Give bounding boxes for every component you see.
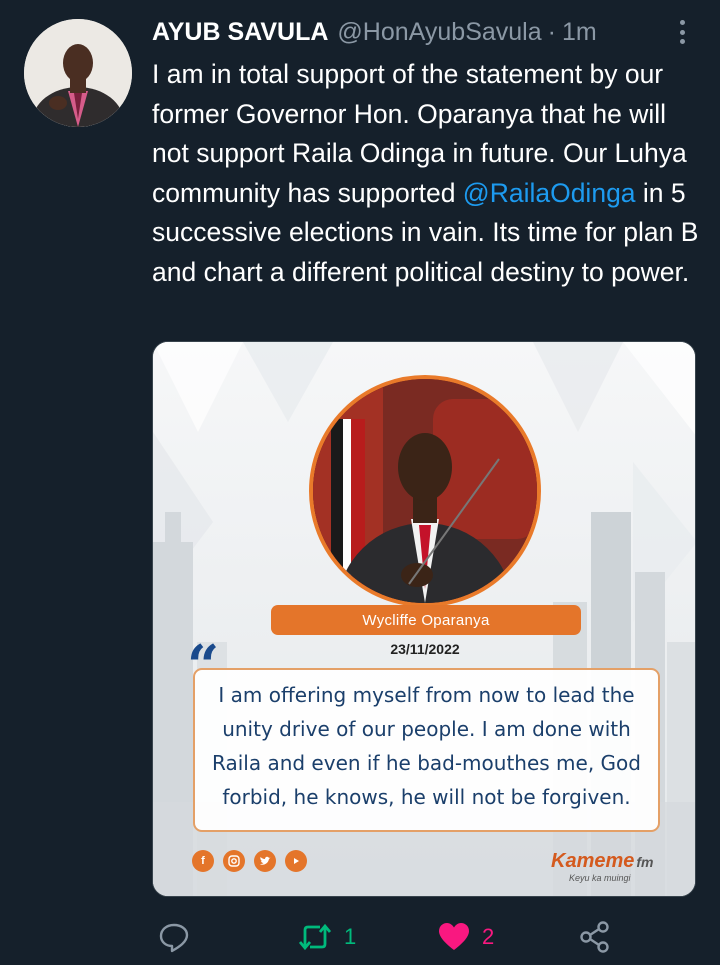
brand-tagline: Keyu ka muingi bbox=[569, 873, 631, 883]
reply-icon bbox=[159, 923, 189, 953]
brand-name: Kameme bbox=[551, 850, 635, 872]
retweet-icon bbox=[298, 923, 332, 951]
retweet-button[interactable]: 1 bbox=[298, 917, 356, 957]
tweet-action-bar: 1 2 bbox=[0, 917, 720, 957]
twitter-icon bbox=[254, 850, 276, 872]
share-icon bbox=[580, 921, 609, 953]
brand-logo: Kameme fm bbox=[551, 850, 654, 873]
quote-date: 23/11/2022 bbox=[390, 641, 460, 657]
heart-icon bbox=[439, 923, 469, 950]
instagram-icon bbox=[223, 850, 245, 872]
brand-suffix: fm bbox=[636, 854, 654, 870]
avatar-portrait bbox=[24, 19, 132, 127]
separator-dot: · bbox=[547, 17, 556, 46]
portrait-illustration bbox=[313, 379, 537, 603]
person-name-banner: Wycliffe Oparanya bbox=[271, 605, 581, 635]
like-button[interactable]: 2 bbox=[438, 917, 494, 957]
youtube-icon bbox=[285, 850, 307, 872]
share-button[interactable] bbox=[580, 917, 610, 957]
author-avatar[interactable] bbox=[24, 19, 132, 127]
like-count: 2 bbox=[482, 924, 495, 949]
reply-button[interactable] bbox=[158, 917, 190, 957]
facebook-icon: f bbox=[192, 850, 214, 872]
more-options-icon[interactable] bbox=[678, 20, 686, 44]
retweet-count: 1 bbox=[344, 924, 357, 949]
portrait-photo bbox=[309, 375, 541, 607]
tweet-timestamp[interactable]: 1m bbox=[562, 18, 597, 47]
tweet-header: AYUB SAVULA @HonAyubSavula · 1m bbox=[152, 16, 697, 48]
tweet-text: I am in total support of the statement b… bbox=[152, 55, 702, 292]
author-handle[interactable]: @HonAyubSavula bbox=[337, 18, 541, 47]
tweet-media-image[interactable]: Wycliffe Oparanya 23/11/2022 “ I am offe… bbox=[152, 341, 696, 897]
quote-text: I am offering myself from now to lead th… bbox=[193, 668, 660, 832]
author-name[interactable]: AYUB SAVULA bbox=[152, 18, 328, 47]
mention-link[interactable]: @RailaOdinga bbox=[463, 178, 636, 208]
